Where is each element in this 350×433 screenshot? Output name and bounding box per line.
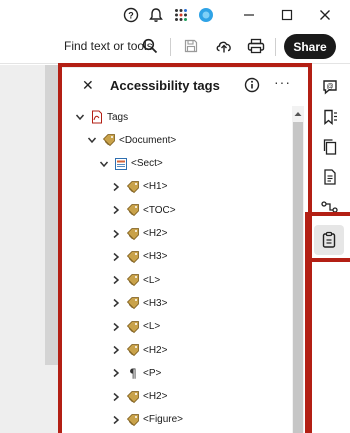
maximize-icon[interactable]: [278, 6, 296, 24]
print-icon[interactable]: [246, 36, 266, 56]
highlight-box-rail-button: [305, 212, 350, 262]
account-avatar-icon[interactable]: [197, 6, 215, 24]
close-window-icon[interactable]: [316, 6, 334, 24]
document-page-edge: [45, 65, 59, 365]
highlight-box-panel: [58, 63, 312, 433]
notification-bell-icon[interactable]: [147, 6, 165, 24]
bookmark-icon[interactable]: [320, 107, 340, 127]
share-button[interactable]: Share: [284, 34, 336, 59]
upload-icon[interactable]: [214, 36, 234, 56]
svg-text:?: ?: [128, 11, 134, 21]
toolbar-divider: [275, 38, 276, 56]
minimize-icon[interactable]: [240, 6, 258, 24]
window-titlebar: ?: [0, 0, 350, 30]
attachment-icon[interactable]: [320, 167, 340, 187]
help-icon[interactable]: ?: [122, 6, 140, 24]
search-icon[interactable]: [140, 36, 160, 56]
highlight-connector: [305, 258, 309, 433]
save-icon[interactable]: [181, 36, 201, 56]
svg-text:@: @: [326, 84, 333, 91]
pages-icon[interactable]: [320, 137, 340, 157]
comment-icon[interactable]: @: [320, 77, 340, 97]
apps-grid-icon[interactable]: [172, 6, 190, 24]
toolbar-divider: [170, 38, 171, 56]
